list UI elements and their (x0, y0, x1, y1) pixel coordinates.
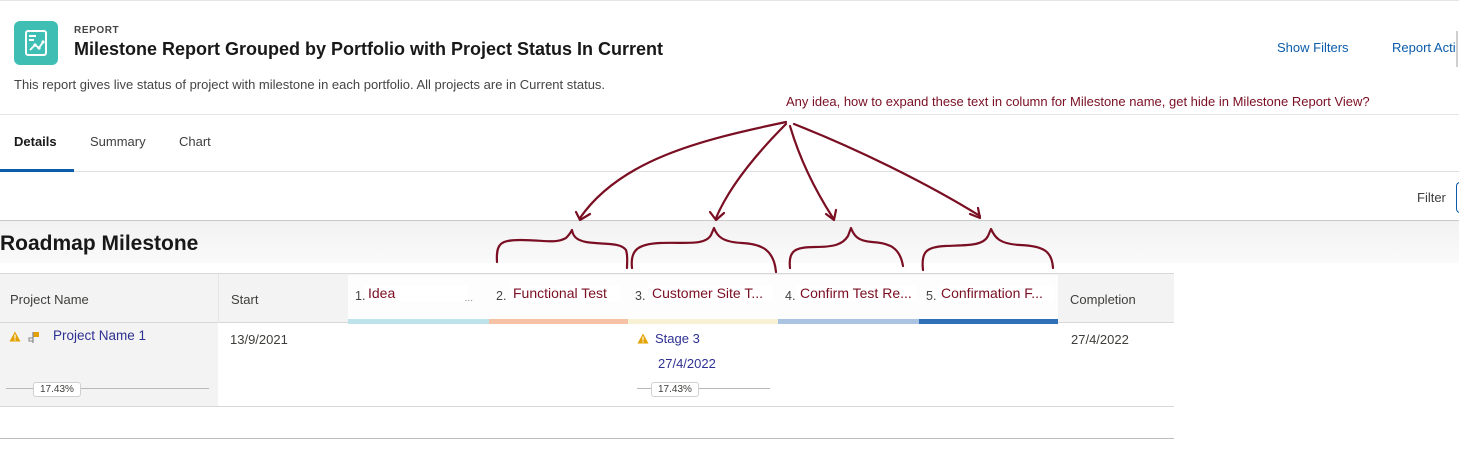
stage-number: 2. (496, 289, 507, 303)
page-title: Milestone Report Grouped by Portfolio wi… (74, 39, 664, 59)
stage-date: 27/4/2022 (658, 356, 716, 371)
filter-label: Filter (1417, 190, 1446, 205)
report-chart-icon (14, 21, 58, 65)
stage-number: 4. (785, 289, 796, 303)
arrowhead (708, 210, 726, 222)
blank-area (1174, 263, 1459, 455)
stage-number: 1. (355, 289, 366, 303)
arrowhead (824, 208, 838, 222)
header-edge-divider (1456, 31, 1458, 67)
annotation-note: Any idea, how to expand these text in co… (786, 94, 1370, 109)
stage-name: Confirmation F... (938, 285, 1054, 301)
stage-name: Idea (365, 285, 467, 301)
stage-column-4[interactable]: 4. Confirm Test Re... (778, 275, 919, 324)
report-eyebrow: REPORT (74, 25, 120, 36)
stage-column-3[interactable]: 3. Customer Site T... (628, 275, 778, 324)
section-title: Roadmap Milestone (0, 232, 199, 255)
stage-number: 3. (635, 289, 646, 303)
stage-column-2[interactable]: 2. Functional Test (489, 275, 628, 324)
completion-date: 27/4/2022 (1071, 332, 1129, 347)
report-description: This report gives live status of project… (14, 77, 606, 92)
active-tab-indicator (0, 169, 74, 172)
column-label: Start (231, 292, 259, 307)
tab-details[interactable]: Details (14, 134, 57, 149)
column-label: Completion (1070, 292, 1136, 307)
milestone-flag-icon (28, 332, 39, 343)
warning-icon (637, 333, 649, 344)
stage-column-1[interactable]: 1. Idea ... (348, 275, 489, 324)
stage-progress-badge: 17.43% (651, 382, 699, 397)
stage-name: Customer Site T... (649, 285, 773, 301)
column-project-name[interactable]: Project Name (0, 274, 218, 323)
show-filters-link[interactable]: Show Filters (1277, 40, 1349, 55)
section-band (0, 221, 1459, 263)
column-start[interactable]: Start (218, 274, 348, 323)
report-actions-link[interactable]: Report Acti (1392, 40, 1459, 55)
start-date: 13/9/2021 (230, 332, 288, 347)
stage-number: 5. (926, 289, 937, 303)
progress-badge: 17.43% (33, 382, 81, 397)
column-completion[interactable]: Completion (1058, 274, 1174, 323)
project-name-link[interactable]: Project Name 1 (53, 328, 146, 343)
report-tabs: Details Summary Chart (0, 115, 1459, 172)
arrowhead (968, 206, 982, 220)
table-row: Project Name 1 17.43% 13/9/2021 Stage 3 … (0, 323, 1174, 407)
stage-name: Functional Test (510, 285, 620, 301)
tab-chart[interactable]: Chart (179, 134, 211, 149)
stage-ellipsis: ... (464, 293, 473, 304)
warning-icon (9, 331, 21, 342)
table-bottom-line (0, 438, 1174, 439)
milestone-table: Project Name Start 1. Idea ... 2. Functi… (0, 273, 1174, 407)
column-label: Project Name (10, 292, 89, 307)
project-cell: Project Name 1 17.43% (0, 323, 218, 406)
stage-column-5[interactable]: 5. Confirmation F... (919, 275, 1058, 324)
tab-summary[interactable]: Summary (90, 134, 146, 149)
table-header: Project Name Start 1. Idea ... 2. Functi… (0, 273, 1174, 324)
current-stage-link[interactable]: Stage 3 (655, 331, 700, 346)
arrowhead (574, 210, 592, 222)
stage-name: Confirm Test Re... (797, 285, 917, 301)
